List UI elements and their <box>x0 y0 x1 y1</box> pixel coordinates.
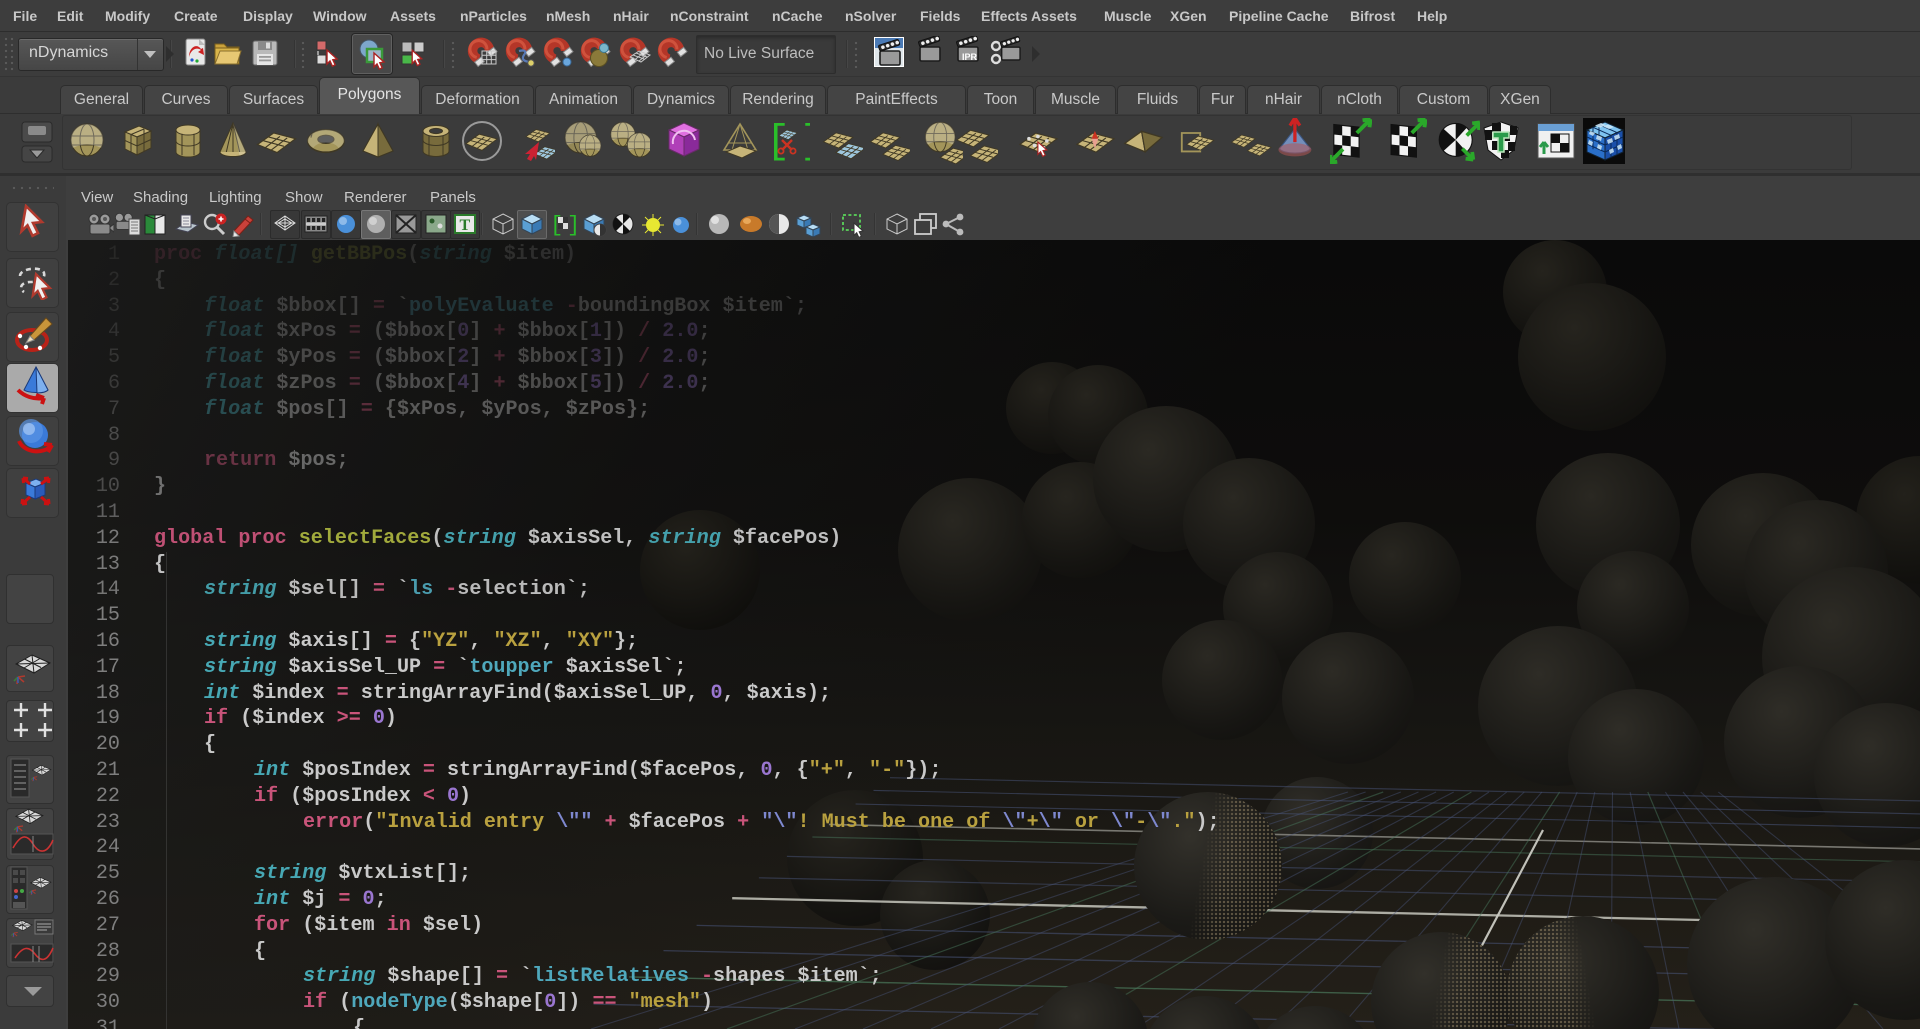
svg-text:IPR: IPR <box>962 52 978 62</box>
svg-text:T: T <box>460 217 471 234</box>
svg-text:]: ] <box>800 120 810 164</box>
svg-text:]: ] <box>567 213 578 237</box>
svg-text:[: [ <box>768 120 790 164</box>
